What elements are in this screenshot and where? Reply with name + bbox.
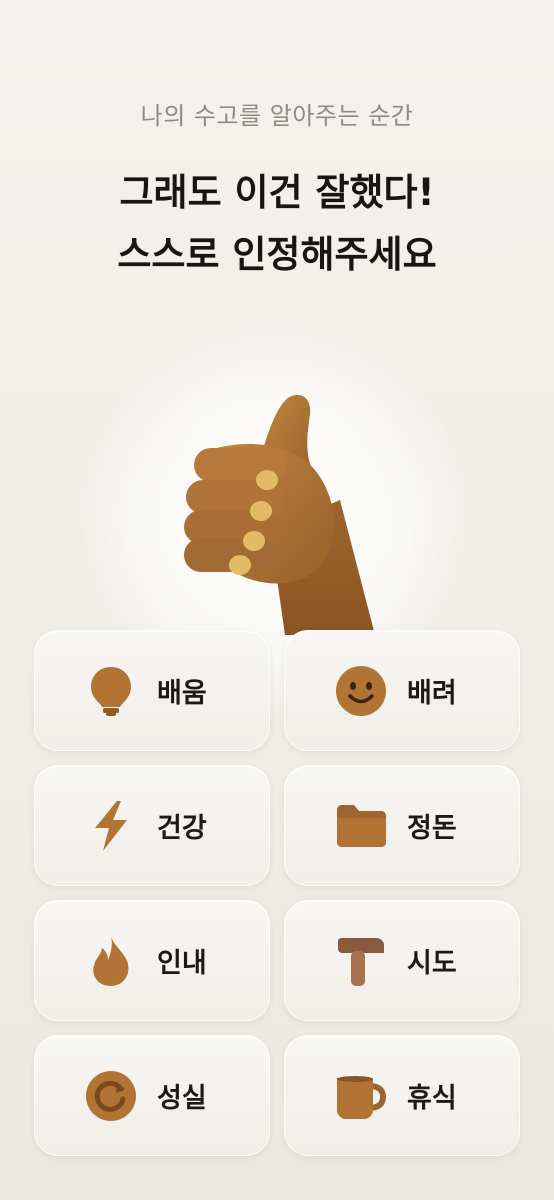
category-card-rest[interactable]: 휴식	[284, 1035, 520, 1156]
thumbs-up-icon	[184, 394, 375, 635]
category-grid: 배움 배려 건강 정돈 인내 시도 성실 휴식	[34, 630, 520, 1156]
category-card-patience[interactable]: 인내	[34, 900, 270, 1021]
category-label: 배움	[157, 678, 207, 709]
category-card-learning[interactable]: 배움	[34, 630, 270, 751]
folder-icon	[335, 800, 387, 852]
category-card-attempt[interactable]: 시도	[284, 900, 520, 1021]
smiley-icon	[335, 665, 387, 717]
category-card-diligence[interactable]: 성실	[34, 1035, 270, 1156]
category-label: 인내	[157, 948, 207, 979]
category-label: 휴식	[407, 1083, 457, 1114]
category-card-tidy[interactable]: 정돈	[284, 765, 520, 886]
lightning-icon	[85, 800, 137, 852]
category-label: 시도	[407, 948, 457, 979]
category-label: 성실	[157, 1083, 207, 1114]
lightbulb-icon	[85, 665, 137, 717]
flame-icon	[85, 935, 137, 987]
page-title: 그래도 이건 잘했다! 스스로 인정해주세요	[0, 162, 554, 286]
refresh-icon	[85, 1070, 137, 1122]
category-label: 배려	[407, 678, 457, 709]
category-card-health[interactable]: 건강	[34, 765, 270, 886]
category-card-consideration[interactable]: 배려	[284, 630, 520, 751]
title-line-1: 그래도 이건 잘했다!	[119, 171, 435, 214]
category-label: 건강	[157, 813, 207, 844]
mug-icon	[335, 1070, 387, 1122]
title-line-2: 스스로 인정해주세요	[117, 233, 437, 276]
page-subtitle: 나의 수고를 알아주는 순간	[140, 102, 414, 130]
category-label: 정돈	[407, 813, 457, 844]
hammer-icon	[335, 935, 387, 987]
